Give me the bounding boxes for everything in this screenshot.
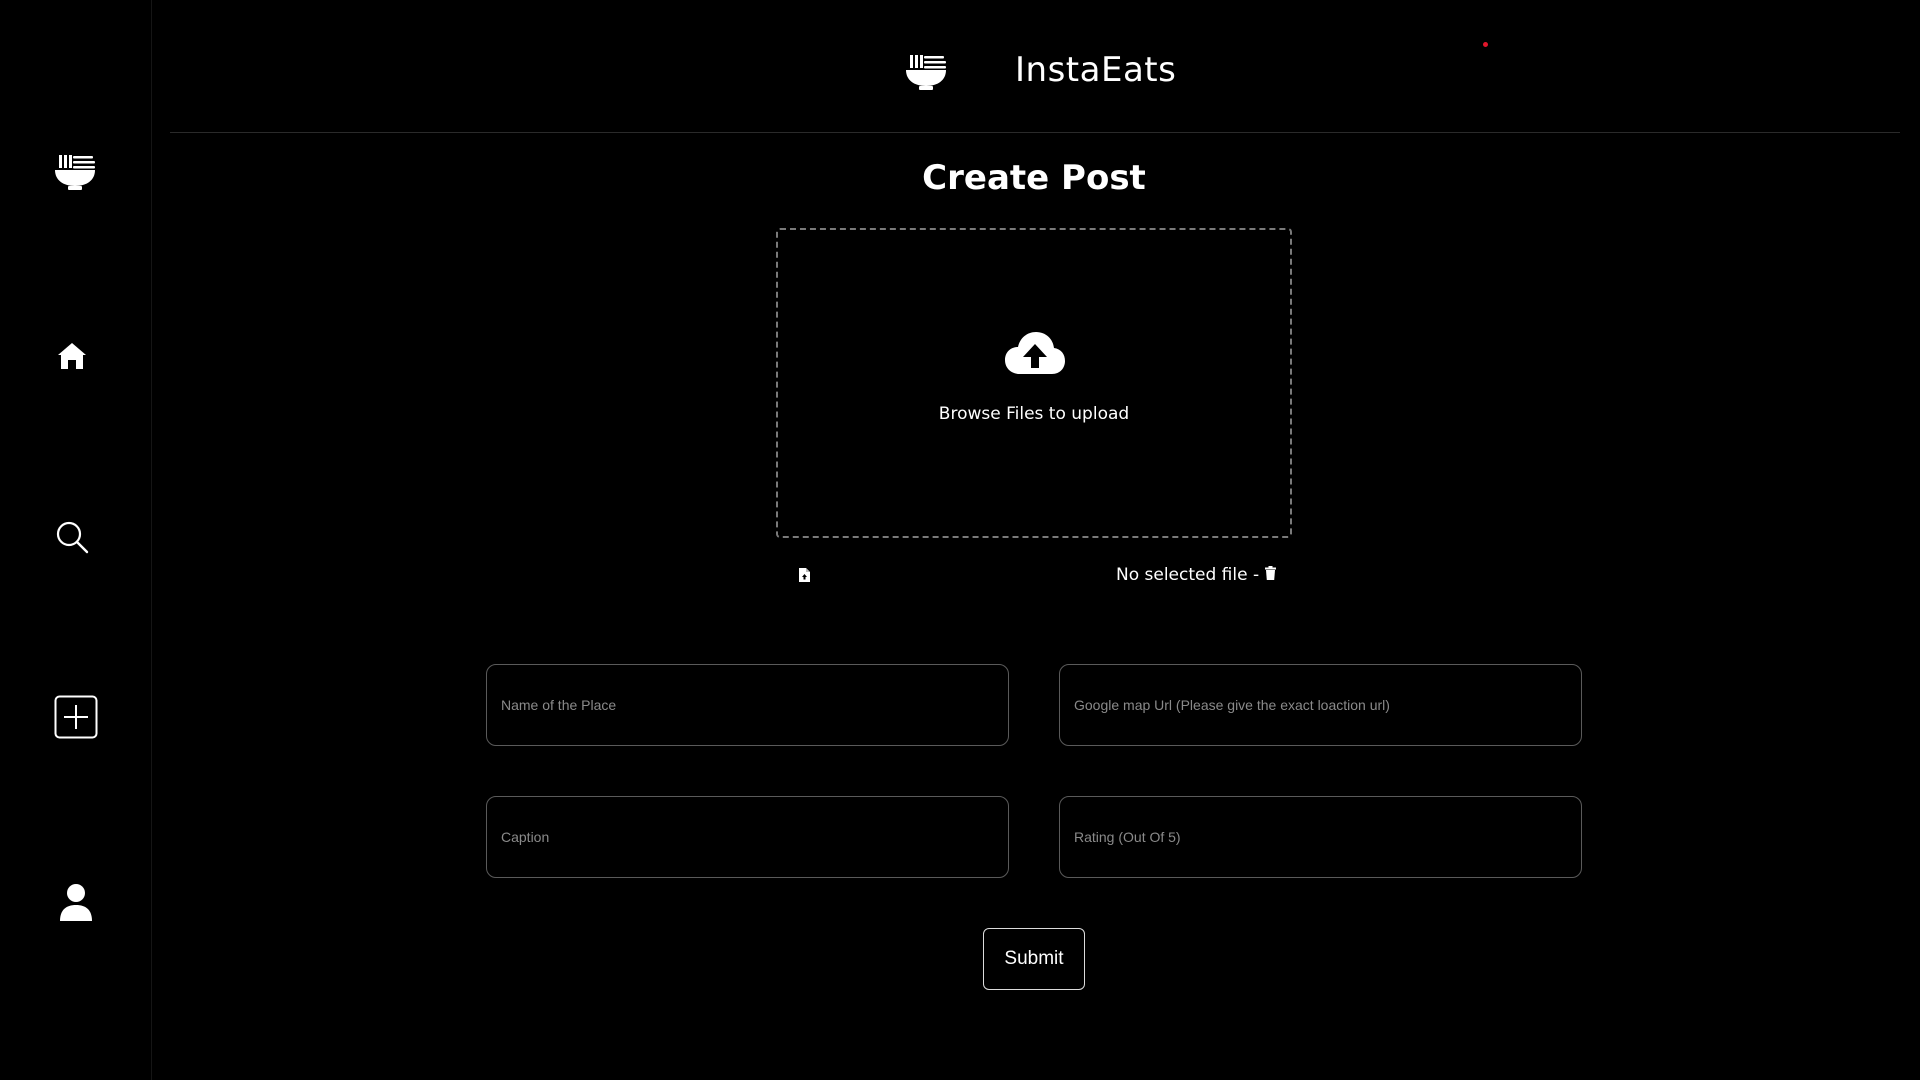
- sidebar-item-search[interactable]: [42, 507, 102, 567]
- page-title: Create Post: [922, 158, 1146, 198]
- notification-dot: [1483, 42, 1488, 47]
- cloud-upload-icon: [1004, 330, 1066, 380]
- file-status: No selected file -: [1116, 565, 1277, 585]
- trash-icon[interactable]: [1265, 565, 1277, 585]
- search-icon: [55, 520, 89, 554]
- sidebar-item-profile[interactable]: [46, 873, 106, 933]
- sidebar-item-create[interactable]: [46, 687, 106, 747]
- caption-input[interactable]: [486, 796, 1009, 878]
- submit-button[interactable]: Submit: [983, 928, 1085, 990]
- home-icon: [57, 341, 87, 371]
- rating-input[interactable]: [1059, 796, 1582, 878]
- noodle-bowl-icon[interactable]: [904, 52, 948, 96]
- sidebar-item-home[interactable]: [42, 326, 102, 386]
- upload-dropzone[interactable]: Browse Files to upload: [776, 228, 1292, 538]
- place-name-input[interactable]: [486, 664, 1009, 746]
- map-url-input[interactable]: [1059, 664, 1582, 746]
- upload-label: Browse Files to upload: [938, 404, 1130, 424]
- plus-square-icon: [54, 695, 98, 739]
- file-status-text: No selected file -: [1116, 565, 1260, 585]
- header: InstaEats: [170, 0, 1900, 133]
- app-title: InstaEats: [1015, 50, 1177, 90]
- file-icon[interactable]: [798, 567, 811, 587]
- user-icon: [58, 883, 94, 923]
